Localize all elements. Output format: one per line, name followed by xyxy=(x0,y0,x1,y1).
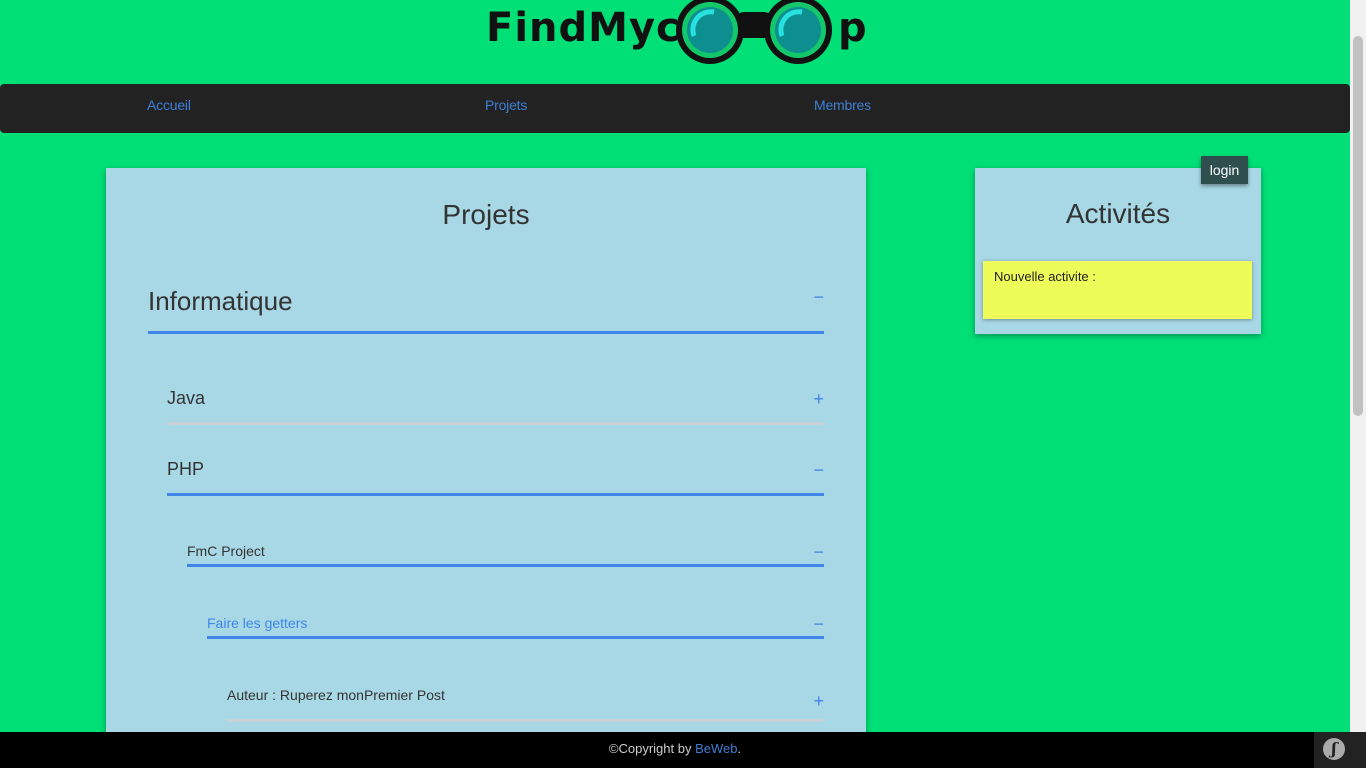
collapse-icon[interactable]: − xyxy=(813,288,824,306)
copyright-text: ©Copyright by xyxy=(608,741,696,756)
scrollbar-thumb[interactable] xyxy=(1353,36,1363,416)
collapse-icon[interactable]: − xyxy=(813,461,824,479)
new-activity-note[interactable]: Nouvelle activite : xyxy=(983,261,1252,319)
symfony-icon: ʃ xyxy=(1323,738,1345,760)
tree-item-label: Java xyxy=(167,388,206,408)
activities-panel: Activités Nouvelle activite : xyxy=(975,168,1261,334)
collapse-icon[interactable]: − xyxy=(813,543,824,561)
beweb-link[interactable]: BeWeb xyxy=(695,741,737,756)
copyright-suffix: . xyxy=(737,741,742,756)
divider xyxy=(207,636,824,639)
divider xyxy=(167,422,824,425)
tree-item-faire-les-getters[interactable]: Faire les getters − xyxy=(207,614,824,642)
tree-item-php[interactable]: PHP − xyxy=(167,457,824,497)
tree-item-post[interactable]: Auteur : Ruperez monPremier Post + xyxy=(227,686,824,722)
expand-icon[interactable]: + xyxy=(813,390,824,408)
divider xyxy=(187,564,824,567)
tree-item-label: Informatique xyxy=(148,286,293,316)
page-footer: ©Copyright by BeWeb. ʃ xyxy=(0,732,1366,768)
login-button[interactable]: login xyxy=(1201,156,1248,184)
expand-icon[interactable]: + xyxy=(813,692,824,710)
divider xyxy=(167,493,824,496)
symfony-toolbar-button[interactable]: ʃ xyxy=(1314,732,1366,768)
tree-item-label: PHP xyxy=(167,459,205,479)
tree-item-label: Auteur : Ruperez monPremier Post xyxy=(227,687,445,703)
nav-link-membres[interactable]: Membres xyxy=(814,97,871,113)
tree-item-fmc-project[interactable]: FmC Project − xyxy=(187,542,824,570)
binoculars-icon xyxy=(676,0,832,64)
page-scrollbar[interactable] xyxy=(1350,0,1366,732)
logo-text-end: p xyxy=(838,5,868,51)
new-activity-label: Nouvelle activite : xyxy=(994,269,1096,284)
activities-title: Activités xyxy=(1065,198,1171,229)
nav-link-accueil[interactable]: Accueil xyxy=(147,97,191,113)
projects-panel: Projets Informatique − Java + PHP − FmC … xyxy=(106,168,866,768)
divider xyxy=(227,719,824,722)
footer-copyright: ©Copyright by BeWeb. xyxy=(0,741,1350,756)
tree-item-label: FmC Project xyxy=(187,543,265,559)
projects-title: Projets xyxy=(442,199,530,230)
nav-link-projets[interactable]: Projets xyxy=(485,97,527,113)
tree-item-java[interactable]: Java + xyxy=(167,386,824,426)
tree-item-informatique[interactable]: Informatique − xyxy=(148,284,824,334)
collapse-icon[interactable]: − xyxy=(813,615,824,633)
logo-text-start: FindMyc xyxy=(486,5,681,51)
main-navbar: Accueil Projets Membres xyxy=(0,84,1350,133)
tree-item-label: Faire les getters xyxy=(207,615,308,631)
divider xyxy=(148,331,824,334)
